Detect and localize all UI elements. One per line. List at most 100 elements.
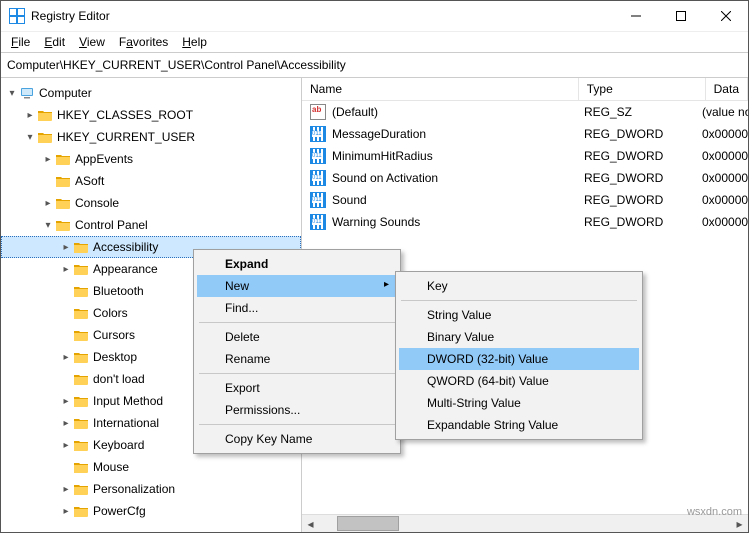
ctx-copy-key[interactable]: Copy Key Name xyxy=(197,428,397,450)
tree-item-label: Desktop xyxy=(93,350,145,364)
chevron-right-icon[interactable]: ▸ xyxy=(41,198,55,209)
tree-item-label: don't load xyxy=(93,372,153,386)
close-button[interactable] xyxy=(703,1,748,31)
value-icon xyxy=(310,192,326,208)
tree-item-appevents[interactable]: ▸ AppEvents xyxy=(1,148,301,170)
window-title: Registry Editor xyxy=(31,9,110,23)
value-icon xyxy=(310,148,326,164)
ctx-new[interactable]: New ▸ xyxy=(197,275,397,297)
tree-item-label: Input Method xyxy=(93,394,171,408)
context-menu: Expand New ▸ Find... Delete Rename Expor… xyxy=(193,249,401,454)
tree-hkcu-label: HKEY_CURRENT_USER xyxy=(57,130,203,144)
folder-icon xyxy=(73,393,89,409)
menu-view[interactable]: View xyxy=(73,33,111,51)
folder-icon xyxy=(73,437,89,453)
menu-edit[interactable]: Edit xyxy=(38,33,71,51)
menu-file[interactable]: File xyxy=(5,33,36,51)
list-row[interactable]: (Default)REG_SZ(value not set) xyxy=(302,101,748,123)
list-row[interactable]: MinimumHitRadiusREG_DWORD0x00000000 (0) xyxy=(302,145,748,167)
sub-key[interactable]: Key xyxy=(399,275,639,297)
tree-item-label: Cursors xyxy=(93,328,143,342)
ctx-find[interactable]: Find... xyxy=(197,297,397,319)
tree-item-label: International xyxy=(93,416,167,430)
folder-icon xyxy=(73,503,89,519)
list-row[interactable]: MessageDurationREG_DWORD0x00000005 (5) xyxy=(302,123,748,145)
tree-item[interactable]: ▸Mouse xyxy=(1,456,301,478)
maximize-button[interactable] xyxy=(658,1,703,31)
ctx-new-label: New xyxy=(225,279,249,293)
ctx-delete[interactable]: Delete xyxy=(197,326,397,348)
sub-binary[interactable]: Binary Value xyxy=(399,326,639,348)
value-type: REG_DWORD xyxy=(584,127,702,141)
menu-favorites[interactable]: Favorites xyxy=(113,33,174,51)
tree-item-label: AppEvents xyxy=(75,152,141,166)
value-type: REG_DWORD xyxy=(584,193,702,207)
ctx-expand[interactable]: Expand xyxy=(197,253,397,275)
column-type[interactable]: Type xyxy=(579,78,706,100)
chevron-right-icon[interactable]: ▸ xyxy=(59,242,73,253)
chevron-down-icon[interactable]: ▾ xyxy=(23,132,37,143)
submenu-arrow-icon: ▸ xyxy=(384,279,389,290)
column-data[interactable]: Data xyxy=(706,78,748,100)
folder-icon xyxy=(73,481,89,497)
tree-item-label: Colors xyxy=(93,306,136,320)
chevron-right-icon[interactable]: ▸ xyxy=(59,506,73,517)
address-input[interactable] xyxy=(5,57,744,73)
scroll-left-icon[interactable]: ◂ xyxy=(302,515,319,532)
context-submenu-new: Key String Value Binary Value DWORD (32-… xyxy=(395,271,643,440)
app-icon xyxy=(9,8,25,24)
sub-dword[interactable]: DWORD (32-bit) Value xyxy=(399,348,639,370)
tree-item-label: Console xyxy=(75,196,127,210)
chevron-right-icon[interactable]: ▸ xyxy=(23,110,37,121)
value-data: 0x00000000 (0) xyxy=(702,193,748,207)
chevron-right-icon[interactable]: ▸ xyxy=(59,352,73,363)
watermark: wsxdn.com xyxy=(687,506,742,518)
column-name[interactable]: Name xyxy=(302,78,579,100)
scroll-thumb[interactable] xyxy=(337,516,399,531)
chevron-right-icon[interactable]: ▸ xyxy=(59,396,73,407)
tree-item-label: Accessibility xyxy=(93,240,166,254)
tree-item[interactable]: ▸PowerCfg xyxy=(1,500,301,522)
chevron-right-icon[interactable]: ▸ xyxy=(59,440,73,451)
chevron-right-icon[interactable]: ▸ xyxy=(59,264,73,275)
tree-hkcu[interactable]: ▾ HKEY_CURRENT_USER xyxy=(1,126,301,148)
chevron-right-icon[interactable]: ▸ xyxy=(59,484,73,495)
folder-icon xyxy=(55,217,71,233)
separator xyxy=(199,373,395,374)
value-data: 0x00000001 (1) xyxy=(702,215,748,229)
tree-root-label: Computer xyxy=(39,86,100,100)
tree-item-control-panel[interactable]: ▾ Control Panel xyxy=(1,214,301,236)
list-header: Name Type Data xyxy=(302,78,748,101)
folder-icon xyxy=(73,327,89,343)
sub-qword[interactable]: QWORD (64-bit) Value xyxy=(399,370,639,392)
tree-item[interactable]: ▸Personalization xyxy=(1,478,301,500)
value-name: Warning Sounds xyxy=(332,215,584,229)
list-row[interactable]: Warning SoundsREG_DWORD0x00000001 (1) xyxy=(302,211,748,233)
list-row[interactable]: Sound on ActivationREG_DWORD0x00000001 (… xyxy=(302,167,748,189)
list-row[interactable]: SoundREG_DWORD0x00000000 (0) xyxy=(302,189,748,211)
folder-icon xyxy=(55,173,71,189)
value-name: (Default) xyxy=(332,105,584,119)
ctx-export[interactable]: Export xyxy=(197,377,397,399)
sub-expand[interactable]: Expandable String Value xyxy=(399,414,639,436)
tree-item-asoft[interactable]: ▸ ASoft xyxy=(1,170,301,192)
chevron-right-icon[interactable]: ▸ xyxy=(41,154,55,165)
sub-multi[interactable]: Multi-String Value xyxy=(399,392,639,414)
tree-root[interactable]: ▾ Computer xyxy=(1,82,301,104)
folder-icon xyxy=(73,261,89,277)
folder-icon xyxy=(73,305,89,321)
ctx-rename[interactable]: Rename xyxy=(197,348,397,370)
sub-string[interactable]: String Value xyxy=(399,304,639,326)
menu-help[interactable]: Help xyxy=(176,33,213,51)
horizontal-scrollbar[interactable]: ◂ ▸ xyxy=(302,514,748,532)
folder-icon xyxy=(73,371,89,387)
chevron-down-icon[interactable]: ▾ xyxy=(41,220,55,231)
value-icon xyxy=(310,214,326,230)
tree-item-label: Keyboard xyxy=(93,438,152,452)
tree-item-console[interactable]: ▸ Console xyxy=(1,192,301,214)
chevron-right-icon[interactable]: ▸ xyxy=(59,418,73,429)
ctx-permissions[interactable]: Permissions... xyxy=(197,399,397,421)
tree-hkcr[interactable]: ▸ HKEY_CLASSES_ROOT xyxy=(1,104,301,126)
chevron-down-icon[interactable]: ▾ xyxy=(5,88,19,99)
minimize-button[interactable] xyxy=(613,1,658,31)
